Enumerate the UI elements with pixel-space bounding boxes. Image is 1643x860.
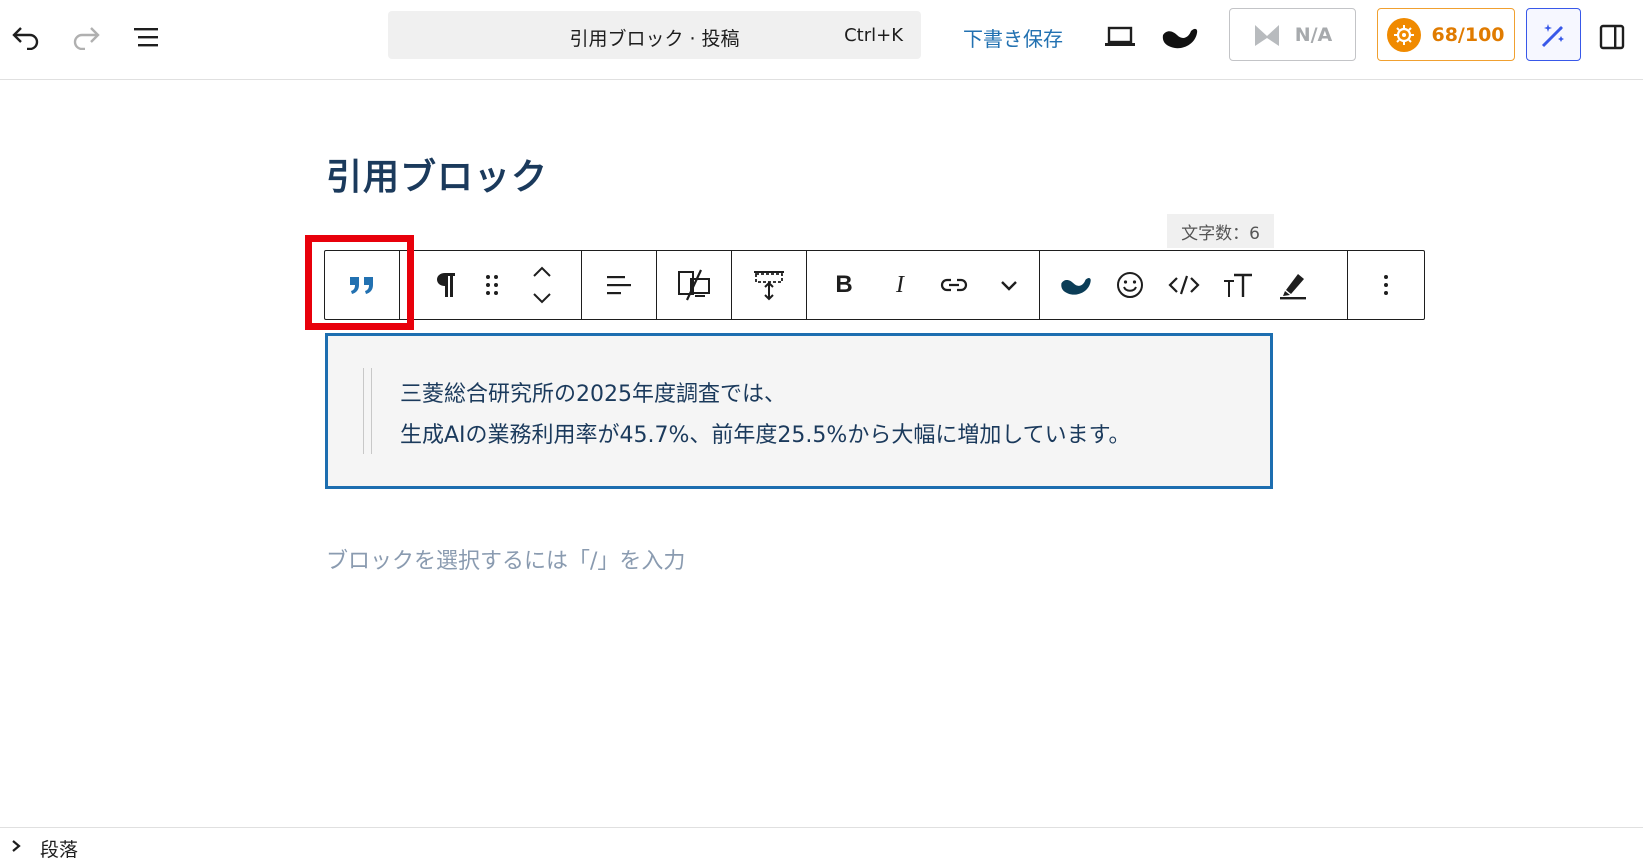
move-up-down-button[interactable] xyxy=(520,263,564,307)
marker-icon xyxy=(1280,274,1306,300)
laptop-icon xyxy=(1105,26,1135,46)
undo-icon xyxy=(12,27,39,50)
block-breadcrumb-bar: 段落 xyxy=(0,827,1643,860)
toolbar-group-spacing xyxy=(732,251,807,319)
spacing-button[interactable] xyxy=(747,263,791,307)
settings-sidebar-button[interactable] xyxy=(1590,15,1634,59)
na-label: N/A xyxy=(1294,23,1333,46)
score-badge-icon xyxy=(1387,17,1422,52)
post-title[interactable]: 引用ブロック xyxy=(326,148,548,200)
align-button[interactable] xyxy=(597,263,641,307)
inline-code-button[interactable] xyxy=(1162,263,1206,307)
jetpack-tool-button[interactable] xyxy=(1054,263,1098,307)
breadcrumb-item-paragraph[interactable]: 段落 xyxy=(40,835,78,860)
drag-handle-icon xyxy=(486,275,498,295)
link-button[interactable] xyxy=(932,263,976,307)
chevron-up-down-icon xyxy=(533,266,551,304)
bold-icon: B xyxy=(835,271,853,298)
list-view-icon xyxy=(134,28,158,47)
pilcrow-icon xyxy=(437,273,455,297)
toolbar-group-plugins xyxy=(1040,251,1348,319)
toolbar-group-format: B I xyxy=(807,251,1040,319)
italic-button[interactable]: I xyxy=(878,263,922,307)
document-title: 引用ブロック · 投稿 xyxy=(569,28,740,50)
m-logo-icon xyxy=(1254,24,1279,46)
italic-icon: I xyxy=(896,271,904,298)
editor-header: 引用ブロック · 投稿 Ctrl+K 下書き保存 N/A 68/100 xyxy=(0,0,1643,80)
save-draft-button[interactable]: 下書き保存 xyxy=(963,23,1063,52)
device-visibility-button[interactable] xyxy=(672,263,716,307)
magic-wand-icon xyxy=(1541,23,1564,47)
block-placeholder[interactable]: ブロックを選択するには「/」を入力 xyxy=(326,543,685,575)
drop-logo-icon xyxy=(1061,277,1091,295)
quote-border xyxy=(363,368,372,454)
align-left-icon xyxy=(607,276,631,295)
list-view-button[interactable] xyxy=(125,15,169,59)
char-count-badge: 文字数：6 xyxy=(1167,214,1274,248)
code-icon xyxy=(1168,275,1200,295)
score-label: 68/100 xyxy=(1431,23,1505,46)
chevron-right-icon xyxy=(12,840,21,852)
toolbar-group-align xyxy=(582,251,657,319)
link-icon xyxy=(940,278,968,292)
command-palette-button[interactable]: 引用ブロック · 投稿 Ctrl+K xyxy=(388,11,921,59)
emoji-button[interactable] xyxy=(1108,263,1152,307)
font-size-button[interactable] xyxy=(1216,263,1260,307)
seo-na-button[interactable]: N/A xyxy=(1229,8,1356,61)
transform-paragraph-button[interactable] xyxy=(424,263,468,307)
ai-assistant-button[interactable] xyxy=(1526,8,1581,61)
toolbar-group-visibility xyxy=(657,251,732,319)
undo-button[interactable] xyxy=(4,15,48,59)
smiley-icon xyxy=(1117,272,1143,298)
quote-text-line[interactable]: 生成AIの業務利用率が45.7%、前年度25.5%から大幅に増加しています。 xyxy=(400,417,1130,449)
redo-button[interactable] xyxy=(64,15,108,59)
toolbar-group-move xyxy=(400,251,582,319)
sidebar-icon xyxy=(1599,24,1625,50)
chevron-down-icon xyxy=(1001,281,1017,291)
jetpack-button[interactable] xyxy=(1158,15,1202,59)
text-size-icon xyxy=(1224,273,1252,297)
more-formats-button[interactable] xyxy=(987,263,1031,307)
device-hide-icon xyxy=(678,269,710,301)
drop-logo-icon xyxy=(1162,28,1198,49)
quote-text-line[interactable]: 三菱総合研究所の2025年度調査では、 xyxy=(400,376,786,408)
block-toolbar: B I xyxy=(324,250,1425,320)
highlight-button[interactable] xyxy=(1271,263,1315,307)
bold-button[interactable]: B xyxy=(822,263,866,307)
quote-block[interactable]: 三菱総合研究所の2025年度調査では、 生成AIの業務利用率が45.7%、前年度… xyxy=(325,333,1273,489)
more-vertical-icon xyxy=(1384,275,1388,295)
preview-button[interactable] xyxy=(1098,15,1142,59)
drag-handle[interactable] xyxy=(470,263,514,307)
redo-icon xyxy=(73,27,100,50)
seo-score-button[interactable]: 68/100 xyxy=(1377,8,1515,61)
annotation-highlight-box xyxy=(305,235,414,330)
vertical-spacing-icon xyxy=(754,271,784,301)
block-options-button[interactable] xyxy=(1364,263,1408,307)
command-shortcut: Ctrl+K xyxy=(844,25,903,46)
toolbar-group-options xyxy=(1348,251,1424,319)
